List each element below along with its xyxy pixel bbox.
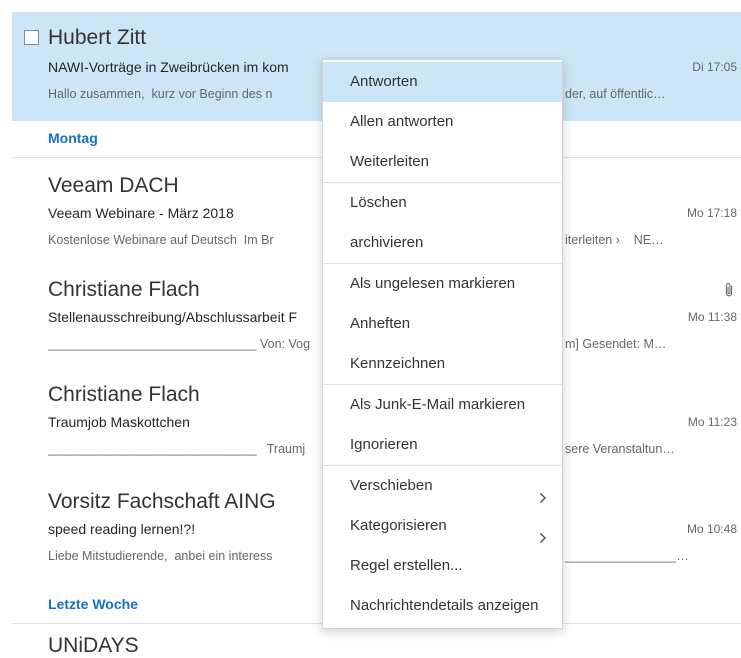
menu-item-kennzeichnen[interactable]: Kennzeichnen bbox=[323, 344, 562, 384]
message-time: Mo 17:18 bbox=[686, 206, 737, 220]
message-sender: Christiane Flach bbox=[48, 278, 200, 301]
context-menu: Antworten Allen antworten Weiterleiten L… bbox=[322, 59, 563, 629]
menu-item-loeschen[interactable]: Löschen bbox=[323, 182, 562, 223]
message-preview-tail: der, auf öffentlic… bbox=[565, 87, 666, 101]
message-subject: NAWI-Vorträge in Zweibrücken im kom bbox=[48, 59, 289, 75]
message-row[interactable]: UNiDAYS bbox=[12, 624, 741, 658]
paperclip-icon bbox=[722, 282, 736, 298]
message-preview-tail: ________________… bbox=[565, 549, 689, 563]
menu-item-ignorieren[interactable]: Ignorieren bbox=[323, 425, 562, 465]
menu-item-allen-antworten[interactable]: Allen antworten bbox=[323, 102, 562, 142]
menu-item-label: Verschieben bbox=[350, 477, 433, 494]
menu-item-verschieben[interactable]: Verschieben bbox=[323, 465, 562, 506]
group-header-montag: Montag bbox=[48, 130, 98, 146]
menu-item-antworten[interactable]: Antworten bbox=[323, 62, 562, 102]
message-preview-tail: m] Gesendet: M… bbox=[565, 337, 667, 351]
message-preview: ______________________________ Von: Vog bbox=[48, 337, 311, 351]
message-preview: ______________________________ Traumj bbox=[48, 442, 306, 456]
menu-item-als-ungelesen-markieren[interactable]: Als ungelesen markieren bbox=[323, 263, 562, 304]
message-time: Di 17:05 bbox=[692, 60, 737, 74]
message-time: Mo 11:38 bbox=[687, 310, 737, 324]
menu-item-kategorisieren[interactable]: Kategorisieren bbox=[323, 506, 562, 546]
menu-item-archivieren[interactable]: archivieren bbox=[323, 223, 562, 263]
group-header-letzte-woche: Letzte Woche bbox=[48, 596, 138, 612]
menu-item-als-junk-markieren[interactable]: Als Junk-E-Mail markieren bbox=[323, 384, 562, 425]
message-subject: Stellenausschreibung/Abschlussarbeit F bbox=[48, 309, 298, 325]
menu-item-weiterleiten[interactable]: Weiterleiten bbox=[323, 142, 562, 182]
message-sender: Hubert Zitt bbox=[48, 26, 147, 49]
menu-item-anheften[interactable]: Anheften bbox=[323, 304, 562, 344]
message-subject: speed reading lernen!?! bbox=[48, 521, 196, 537]
message-select-checkbox[interactable] bbox=[24, 30, 39, 45]
message-time: Mo 11:23 bbox=[687, 415, 737, 429]
message-subject: Veeam Webinare - März 2018 bbox=[48, 205, 234, 221]
menu-item-label: Kategorisieren bbox=[350, 517, 447, 534]
message-time: Mo 10:48 bbox=[686, 522, 737, 536]
message-sender: UNiDAYS bbox=[48, 634, 139, 657]
message-preview: Liebe Mitstudierende, anbei ein interess bbox=[48, 549, 273, 563]
message-subject: Traumjob Maskottchen bbox=[48, 414, 190, 430]
message-preview: Kostenlose Webinare auf Deutsch Im Br bbox=[48, 233, 274, 247]
message-preview: Hallo zusammen, kurz vor Beginn des n bbox=[48, 87, 273, 101]
menu-item-nachrichtendetails-anzeigen[interactable]: Nachrichtendetails anzeigen bbox=[323, 586, 562, 626]
message-preview-tail: sere Veranstaltun… bbox=[565, 442, 675, 456]
message-sender: Christiane Flach bbox=[48, 383, 200, 406]
message-sender: Veeam DACH bbox=[48, 174, 179, 197]
mail-app: Hubert Zitt NAWI-Vorträge in Zweibrücken… bbox=[0, 0, 741, 658]
chevron-right-icon bbox=[539, 480, 547, 503]
message-sender: Vorsitz Fachschaft AING bbox=[48, 490, 276, 513]
menu-item-regel-erstellen[interactable]: Regel erstellen... bbox=[323, 546, 562, 586]
message-preview-tail: iterleiten › NE… bbox=[565, 233, 664, 247]
chevron-right-icon bbox=[539, 520, 547, 543]
